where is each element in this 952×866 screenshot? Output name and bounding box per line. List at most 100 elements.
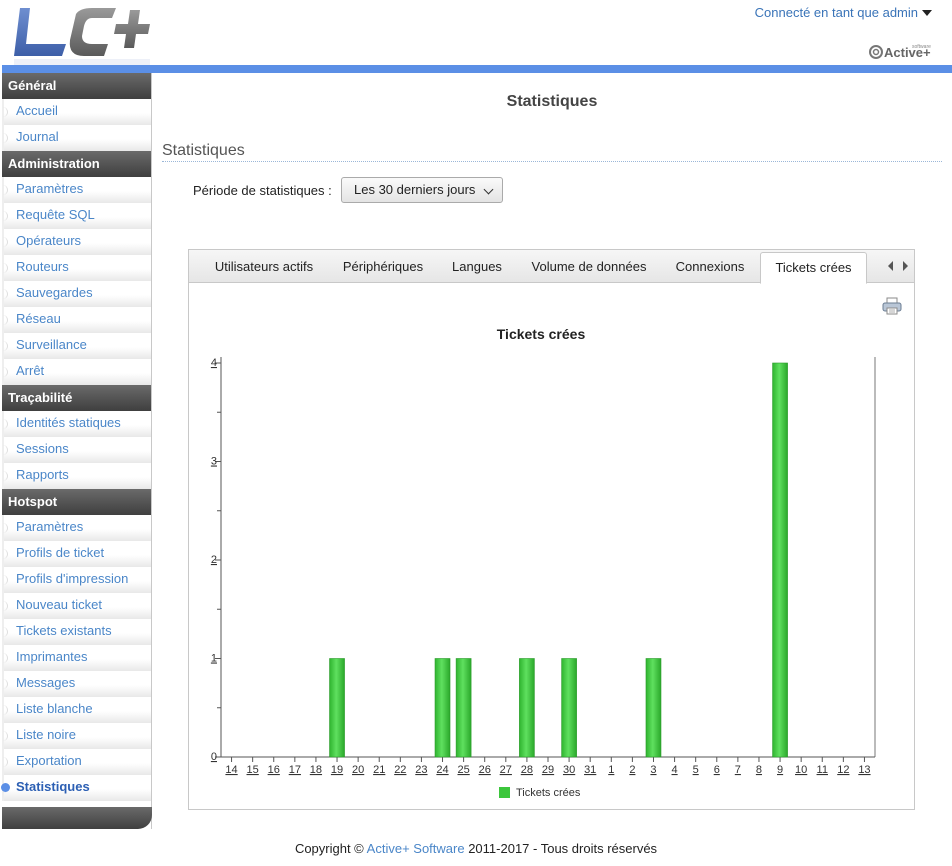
x-tick-label: 25 [457, 764, 469, 776]
sidebar: Général Accueil Journal Administration P… [1, 73, 152, 829]
x-tick-label: 9 [777, 764, 783, 776]
user-menu-label: Connecté en tant que admin [754, 5, 918, 20]
user-menu[interactable]: Connecté en tant que admin [755, 5, 932, 20]
bar [561, 658, 577, 758]
sidebar-item-liste-blanche[interactable]: Liste blanche [2, 697, 151, 723]
footer-copyright-suffix: 2011-2017 - Tous droits réservés [468, 841, 658, 856]
tab-utilisateurs-actifs[interactable]: Utilisateurs actifs [199, 250, 329, 283]
sidebar-item-routeurs[interactable]: Routeurs [2, 255, 151, 281]
sidebar-section-tracabilite: Traçabilité [2, 385, 151, 411]
x-tick-label: 14 [225, 764, 237, 776]
tab-langues[interactable]: Langues [443, 250, 511, 283]
x-tick-label: 7 [735, 764, 741, 776]
header-accent-bar [2, 65, 952, 73]
tab-scroll-left-icon[interactable] [888, 261, 893, 271]
x-tick-label: 24 [436, 764, 448, 776]
sidebar-item-parametres[interactable]: Paramètres [2, 177, 151, 203]
sidebar-item-tickets-existants[interactable]: Tickets existants [2, 619, 151, 645]
x-tick-label: 29 [542, 764, 554, 776]
legend-swatch [499, 787, 510, 798]
sidebar-item-nouveau-ticket[interactable]: Nouveau ticket [2, 593, 151, 619]
sidebar-item-imprimantes[interactable]: Imprimantes [2, 645, 151, 671]
header: Connecté en tant que admin Active+ softw… [0, 0, 952, 66]
x-tick-label: 11 [817, 764, 828, 776]
sidebar-item-exportation[interactable]: Exportation [2, 749, 151, 775]
sidebar-footer [2, 807, 152, 829]
y-tick-label: 0 [211, 751, 217, 763]
sidebar-item-operateurs[interactable]: Opérateurs [2, 229, 151, 255]
x-tick-label: 22 [394, 764, 406, 776]
bar [645, 658, 662, 758]
x-tick-label: 12 [837, 764, 849, 776]
sidebar-section-general: Général [2, 73, 151, 99]
y-tick-label: 3 [211, 456, 217, 468]
sidebar-item-sessions[interactable]: Sessions [2, 437, 151, 463]
sidebar-item-hotspot-parametres[interactable]: Paramètres [2, 515, 151, 541]
sidebar-item-profils-de-ticket[interactable]: Profils de ticket [2, 541, 151, 567]
tab-bar: Utilisateurs actifs Périphériques Langue… [189, 250, 914, 284]
sidebar-item-rapports[interactable]: Rapports [2, 463, 151, 489]
tab-connexions[interactable]: Connexions [667, 250, 753, 283]
period-label: Période de statistiques : [193, 183, 332, 198]
svg-text:software: software [912, 44, 931, 50]
app-window: Connecté en tant que admin Active+ softw… [0, 0, 952, 866]
sidebar-item-journal[interactable]: Journal [2, 125, 151, 151]
x-tick-label: 31 [584, 764, 596, 776]
x-tick-label: 19 [331, 764, 343, 776]
y-tick-label: 1 [211, 653, 217, 665]
y-tick-label: 2 [211, 554, 217, 566]
sidebar-item-identites-statiques[interactable]: Identités statiques [2, 411, 151, 437]
x-tick-label: 4 [672, 764, 678, 776]
bar [519, 658, 535, 758]
x-tick-label: 23 [415, 764, 427, 776]
x-tick-label: 30 [563, 764, 575, 776]
footer-company-link[interactable]: Active+ Software [367, 841, 465, 856]
sidebar-item-messages[interactable]: Messages [2, 671, 151, 697]
sidebar-item-liste-noire[interactable]: Liste noire [2, 723, 151, 749]
main-content: Statistiques Statistiques Période de sta… [152, 73, 952, 866]
x-tick-label: 13 [858, 764, 870, 776]
bar [434, 658, 451, 758]
x-tick-label: 6 [714, 764, 720, 776]
tab-tickets-crees[interactable]: Tickets crées [760, 252, 867, 284]
sidebar-item-statistiques[interactable]: Statistiques [1, 775, 151, 801]
chart-legend: Tickets crées [499, 787, 581, 799]
sidebar-item-surveillance[interactable]: Surveillance [2, 333, 151, 359]
active-plus-logo: Active+ software [869, 44, 931, 60]
footer-copyright-prefix: Copyright © [294, 841, 364, 856]
lc-plus-logo [14, 8, 150, 66]
bar [455, 658, 472, 758]
sidebar-item-arret[interactable]: Arrêt [2, 359, 151, 385]
sidebar-item-requete-sql[interactable]: Requête SQL [2, 203, 151, 229]
x-tick-label: 2 [629, 764, 635, 776]
bar [772, 362, 788, 758]
chevron-down-icon [483, 184, 494, 195]
legend-label: Tickets crées [516, 787, 581, 799]
section-title: Statistiques [162, 142, 942, 162]
x-tick-label: 28 [521, 764, 533, 776]
bar [329, 658, 345, 758]
sidebar-section-hotspot: Hotspot [2, 489, 151, 515]
x-tick-label: 10 [795, 764, 807, 776]
sidebar-section-administration: Administration [2, 151, 151, 177]
sidebar-item-profils-d-impression[interactable]: Profils d'impression [2, 567, 151, 593]
sidebar-item-sauvegardes[interactable]: Sauvegardes [2, 281, 151, 307]
x-tick-label: 16 [268, 764, 280, 776]
x-tick-label: 8 [756, 764, 762, 776]
tab-volume-de-donnees[interactable]: Volume de données [523, 250, 655, 283]
x-tick-label: 17 [289, 764, 301, 776]
period-select-value: Les 30 derniers jours [354, 182, 476, 197]
sidebar-item-accueil[interactable]: Accueil [2, 99, 151, 125]
footer: Copyright © Active+ Software 2011-2017 -… [0, 841, 952, 856]
x-tick-label: 18 [310, 764, 322, 776]
sidebar-item-reseau[interactable]: Réseau [2, 307, 151, 333]
period-select[interactable]: Les 30 derniers jours [341, 177, 503, 203]
tab-scroll-right-icon[interactable] [903, 261, 908, 271]
x-tick-label: 27 [500, 764, 512, 776]
x-tick-label: 15 [247, 764, 259, 776]
x-tick-label: 3 [650, 764, 656, 776]
x-tick-label: 21 [373, 764, 385, 776]
x-tick-label: 5 [693, 764, 699, 776]
tab-peripheriques[interactable]: Périphériques [335, 250, 431, 283]
statistics-panel: Utilisateurs actifs Périphériques Langue… [188, 249, 915, 810]
